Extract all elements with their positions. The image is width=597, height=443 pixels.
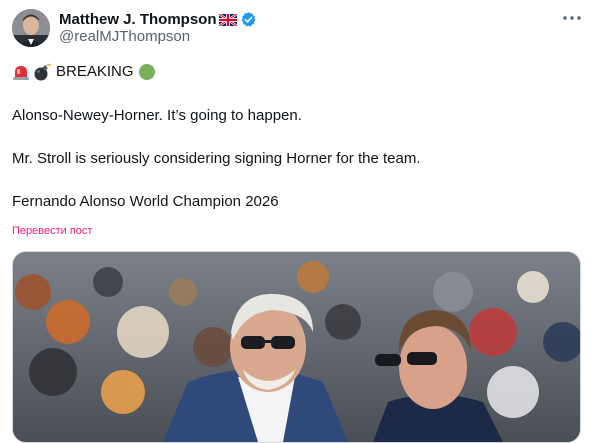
breaking-label: BREAKING [56,63,134,80]
tweet-text: BREAKING Alonso-Newey-Horner. It’s going… [12,60,582,212]
author-display-name[interactable]: Matthew J. Thompson [59,11,217,28]
tweet-card: Matthew J. Thompson @realMJThompson BREA… [0,0,597,443]
translate-post-link[interactable]: Перевести пост [12,225,92,237]
green-circle-emoji-icon [138,63,156,81]
author-name-row: Matthew J. Thompson [59,9,257,29]
author-handle[interactable]: @realMJThompson [59,28,190,45]
avatar[interactable] [12,9,50,47]
bomb-emoji-icon [33,63,51,81]
verified-badge-icon[interactable] [240,11,257,28]
tweet-photo[interactable] [12,251,581,443]
breaking-line: BREAKING [12,60,582,84]
tweet-line-3: Fernando Alonso World Champion 2026 [12,193,279,210]
more-options-icon[interactable] [560,6,584,30]
siren-emoji-icon [12,63,30,81]
tweet-line-1: Alonso-Newey-Horner. It’s going to happe… [12,107,302,124]
tweet-line-2: Mr. Stroll is seriously considering sign… [12,150,421,167]
uk-flag-icon [217,13,238,27]
